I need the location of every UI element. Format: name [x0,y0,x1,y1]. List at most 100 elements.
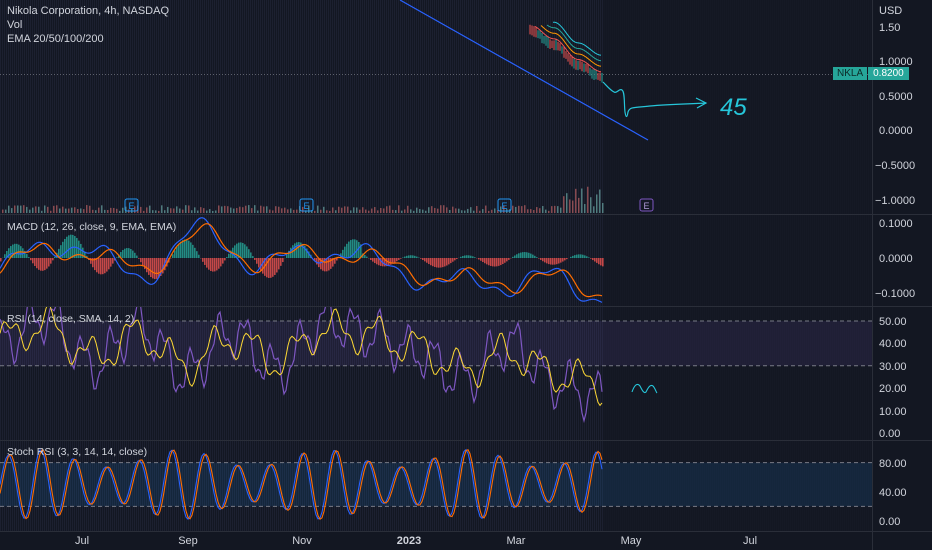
volume-bar [455,208,457,213]
volume-bar [416,207,418,213]
volume-bar [323,206,325,213]
macd-histogram-bar [454,258,456,261]
macd-histogram-bar [462,256,464,258]
macd-histogram-bar [152,258,154,279]
macd-histogram-bar [282,258,284,263]
volume-bar [440,205,442,213]
macd-histogram-bar [518,253,520,258]
macd-histogram-bar [322,258,324,271]
macd-histogram-bar [512,256,514,258]
macd-histogram-bar [188,240,190,258]
macd-histogram-bar [250,252,252,258]
time-tick: May [621,535,642,547]
volume-bar [8,205,10,213]
volume-bar [62,206,64,213]
volume-bar [167,206,169,213]
volume-bar [140,206,142,213]
macd-histogram-bar [126,248,128,258]
earnings-label: E [128,201,134,211]
rsi-tick: 50.00 [879,316,907,328]
volume-bar [152,210,154,213]
macd-histogram-bar [484,258,486,264]
volume-bar [281,208,283,213]
volume-bar [410,209,412,213]
macd-histogram-bar [444,258,446,267]
volume-bar [533,210,535,213]
volume-bar [530,209,532,213]
volume-bar [413,210,415,213]
macd-histogram-bar [558,258,560,264]
rsi-tick: 20.00 [879,383,907,395]
macd-histogram-bar [206,258,208,268]
volume-bar [50,210,52,213]
macd-histogram-bar [540,258,542,260]
macd-histogram-bar [244,244,246,258]
main-legend[interactable]: Nikola Corporation, 4h, NASDAQ Vol EMA 2… [7,4,169,46]
macd-histogram-bar [480,258,482,261]
macd-histogram-bar [366,256,368,258]
volume-bar [374,207,376,213]
volume-bar [221,206,223,213]
chart-canvas[interactable]: 45 E E E E USD 1.50 1.0000 0.5000 0.0000… [0,0,932,550]
macd-histogram-bar [348,241,350,258]
volume-bar [146,207,148,213]
ema-legend[interactable]: EMA 20/50/100/200 [7,32,169,46]
macd-histogram-bar [488,258,490,266]
volume-bar [113,207,115,213]
volume-bar [248,205,250,213]
volume-bar [80,208,82,213]
volume-bar [71,207,73,213]
rsi-legend[interactable]: RSI (14, close, SMA, 14, 2) [7,313,134,325]
volume-bar [293,209,295,213]
volume-bar [41,210,43,213]
volume-bar [443,205,445,213]
volume-bar [587,186,589,213]
macd-histogram-bar [432,258,434,267]
drawing-text[interactable]: 45 [720,94,747,121]
macd-histogram-bar [400,258,402,259]
macd-histogram-bar [270,258,272,278]
macd-histogram-bar [122,250,124,258]
macd-histogram-bar [196,251,198,258]
macd-histogram-bar [408,255,410,258]
volume-bar [230,207,232,213]
macd-histogram-bar [156,258,158,279]
volume-bar [350,210,352,213]
macd-histogram-bar [178,243,180,258]
price-tick: −0.5000 [875,160,915,172]
macd-histogram-bar [52,258,54,261]
macd-tick: 0.1000 [879,218,913,230]
macd-histogram-bar [30,258,32,261]
macd-histogram-bar [448,258,450,265]
macd-histogram-bar [46,258,48,269]
macd-histogram-bar [136,255,138,258]
volume-bar [92,209,94,213]
symbol-title[interactable]: Nikola Corporation, 4h, NASDAQ [7,4,169,18]
volume-bar [98,207,100,213]
volume-bar [341,207,343,213]
volume-bar [77,208,79,213]
macd-histogram-bar [466,255,468,258]
volume-bar [239,206,241,213]
macd-histogram-bar [316,258,318,265]
volume-bar [404,209,406,213]
volume-bar [395,210,397,213]
macd-histogram-bar [222,258,224,264]
stoch-tick: 0.00 [879,516,900,528]
volume-bar [182,209,184,213]
stoch-legend[interactable]: Stoch RSI (3, 3, 14, 14, close) [7,446,147,458]
macd-histogram-bar [442,258,444,268]
macd-histogram-bar [542,258,544,262]
rsi-tick: 40.00 [879,338,907,350]
macd-histogram-bar [532,254,534,258]
volume-bar [458,208,460,213]
macd-legend[interactable]: MACD (12, 26, close, 9, EMA, EMA) [7,221,176,233]
macd-histogram-bar [128,248,130,258]
macd-histogram-bar [124,248,126,258]
volume-bar [482,209,484,213]
volume-legend[interactable]: Vol [7,18,169,32]
macd-histogram-bar [436,258,438,268]
price-tick: 0.0000 [879,125,913,137]
macd-histogram-bar [574,255,576,258]
volume-bar [407,205,409,213]
